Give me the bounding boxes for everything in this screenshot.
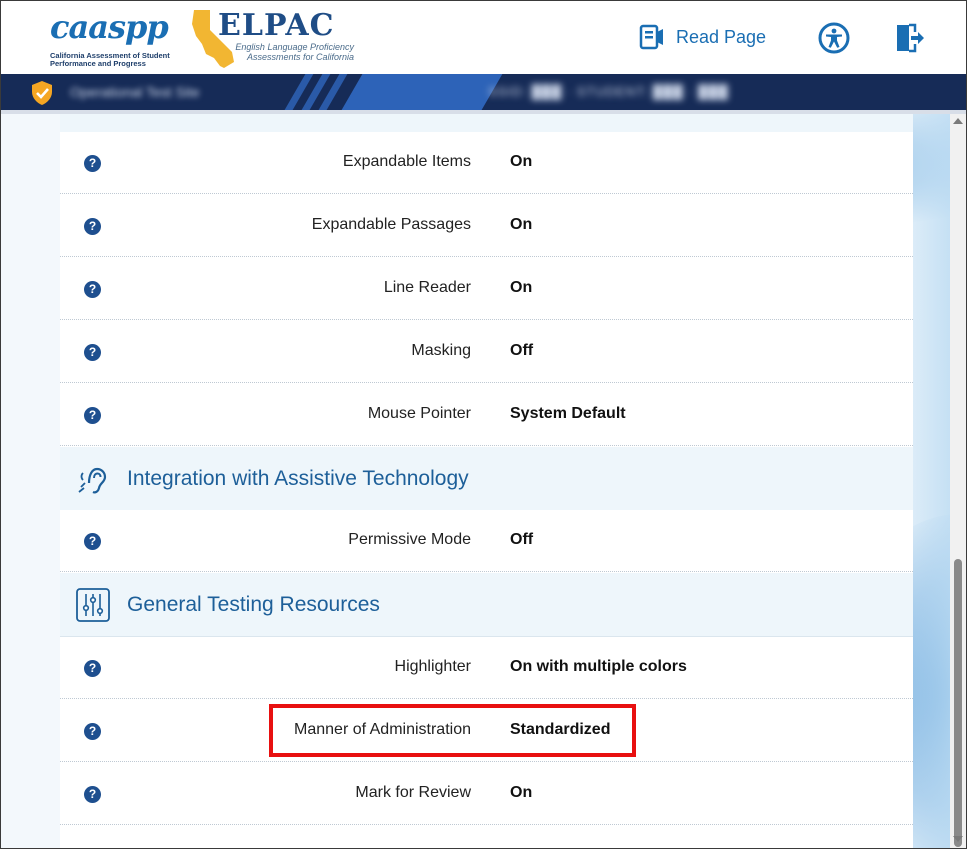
elpac-subtitle: English Language Proficiency Assessments… bbox=[235, 42, 354, 62]
vertical-scrollbar[interactable] bbox=[950, 114, 966, 848]
setting-name: Mouse Pointer bbox=[367, 405, 471, 422]
help-icon[interactable]: ? bbox=[84, 723, 101, 740]
app-header: caaspp California Assessment of Student … bbox=[0, 0, 967, 74]
elpac-logo-text: ELPAC bbox=[218, 8, 335, 43]
read-page-icon bbox=[639, 24, 663, 50]
setting-row-masking: ? Masking Off bbox=[60, 321, 913, 383]
setting-value: System Default bbox=[510, 405, 626, 422]
sliders-icon bbox=[76, 588, 110, 622]
scroll-down-icon[interactable] bbox=[953, 836, 963, 842]
help-icon[interactable]: ? bbox=[84, 281, 101, 298]
read-page-label: Read Page bbox=[676, 26, 767, 47]
setting-value: On bbox=[510, 153, 533, 170]
help-icon[interactable]: ? bbox=[84, 407, 101, 424]
setting-row-line-reader: ? Line Reader On bbox=[60, 258, 913, 320]
hearing-icon bbox=[78, 467, 107, 494]
setting-name: Masking bbox=[411, 342, 471, 359]
setting-value: On bbox=[510, 279, 533, 296]
help-icon[interactable]: ? bbox=[84, 218, 101, 235]
setting-name: Expandable Passages bbox=[311, 216, 471, 233]
setting-value: Off bbox=[510, 342, 534, 359]
setting-value: On bbox=[510, 784, 533, 801]
scrollbar-thumb[interactable] bbox=[954, 559, 962, 847]
test-title: Operational Test Site bbox=[70, 84, 200, 100]
help-icon[interactable]: ? bbox=[84, 155, 101, 172]
highlight-box bbox=[269, 704, 636, 757]
navbar-stripe bbox=[341, 74, 503, 110]
help-icon[interactable]: ? bbox=[84, 786, 101, 803]
caaspp-logo-text: caaspp bbox=[50, 8, 169, 46]
setting-row-expandable-items: ? Expandable Items On bbox=[60, 132, 913, 194]
scroll-up-icon[interactable] bbox=[953, 118, 963, 124]
help-icon[interactable]: ? bbox=[84, 344, 101, 361]
setting-value: Off bbox=[510, 531, 534, 548]
help-icon[interactable]: ? bbox=[84, 533, 101, 550]
exit-icon[interactable] bbox=[893, 22, 925, 54]
setting-row-mark-for-review: ? Mark for Review On bbox=[60, 763, 913, 825]
session-info: SSID: ███ · STUDENT: ███ · ███ bbox=[488, 84, 729, 99]
help-icon[interactable]: ? bbox=[84, 660, 101, 677]
setting-name: Mark for Review bbox=[355, 784, 471, 801]
section-assistive-technology: Integration with Assistive Technology bbox=[60, 447, 913, 511]
accessibility-icon[interactable] bbox=[818, 22, 850, 54]
setting-value: On bbox=[510, 216, 533, 233]
setting-value: On with multiple colors bbox=[510, 658, 687, 675]
section-general-testing-resources: General Testing Resources bbox=[60, 573, 913, 637]
caaspp-logo: caaspp California Assessment of Student … bbox=[48, 8, 183, 70]
read-page-button[interactable]: Read Page bbox=[638, 22, 766, 52]
section-title: General Testing Resources bbox=[127, 593, 380, 616]
caaspp-subtitle: California Assessment of Student Perform… bbox=[50, 51, 170, 68]
setting-name: Permissive Mode bbox=[348, 531, 471, 548]
setting-name: Line Reader bbox=[383, 279, 471, 296]
elpac-logo: ELPAC English Language Proficiency Asses… bbox=[180, 6, 360, 70]
setting-row-expandable-passages: ? Expandable Passages On bbox=[60, 195, 913, 257]
section-tail bbox=[60, 114, 913, 132]
setting-row-highlighter: ? Highlighter On with multiple colors bbox=[60, 637, 913, 699]
test-navbar: Operational Test Site SSID: ███ · STUDEN… bbox=[0, 74, 967, 110]
setting-row-mouse-pointer: ? Mouse Pointer System Default bbox=[60, 384, 913, 446]
security-shield-icon bbox=[32, 81, 52, 105]
section-title: Integration with Assistive Technology bbox=[127, 467, 469, 490]
setting-name: Highlighter bbox=[394, 658, 471, 675]
setting-name: Expandable Items bbox=[342, 153, 471, 170]
setting-row-permissive-mode: ? Permissive Mode Off bbox=[60, 510, 913, 572]
